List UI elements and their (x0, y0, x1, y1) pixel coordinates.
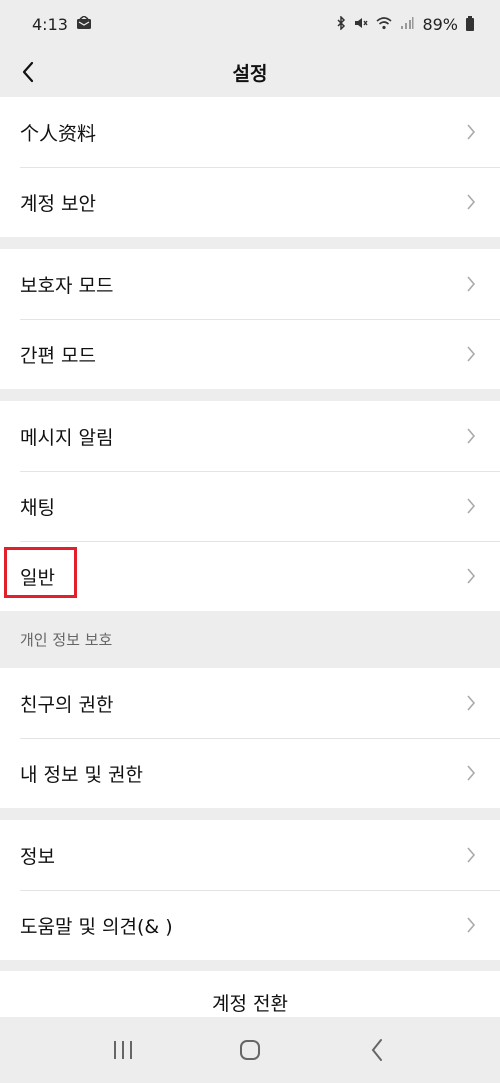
system-nav-bar (0, 1017, 500, 1083)
status-time: 4:13 (32, 14, 68, 34)
recent-apps-icon (114, 1041, 133, 1059)
settings-item-label: 메시지 알림 (20, 426, 114, 449)
settings-item-about[interactable]: 정보 (0, 820, 500, 890)
settings-item-easy-mode[interactable]: 간편 모드 (0, 319, 500, 389)
chevron-right-icon (466, 192, 478, 212)
settings-group-info: 정보 도움말 및 의견(& ) (0, 820, 500, 960)
mute-icon (354, 16, 368, 33)
settings-item-friend-permissions[interactable]: 친구의 권한 (0, 668, 500, 738)
back-icon (371, 1039, 382, 1061)
settings-item-message-notifications[interactable]: 메시지 알림 (0, 401, 500, 471)
settings-item-label: 친구의 권한 (20, 693, 114, 716)
settings-item-label: 도움말 및 의견(& ) (20, 915, 173, 938)
settings-item-guardian-mode[interactable]: 보호자 모드 (0, 249, 500, 319)
settings-item-label: 간편 모드 (20, 344, 96, 367)
settings-item-label: 일반 (20, 566, 55, 589)
chevron-left-icon (22, 61, 34, 83)
settings-item-general[interactable]: 일반 (0, 541, 500, 611)
chevron-right-icon (466, 845, 478, 865)
settings-item-help-feedback[interactable]: 도움말 및 의견(& ) (0, 890, 500, 960)
section-header-privacy: 개인 정보 보호 (0, 611, 500, 668)
settings-item-chat[interactable]: 채팅 (0, 471, 500, 541)
status-right: 89% (336, 15, 474, 34)
signal-icon (400, 16, 414, 33)
chevron-right-icon (466, 274, 478, 294)
settings-group-modes: 보호자 모드 간편 모드 (0, 249, 500, 389)
page-title: 설정 (232, 62, 268, 85)
settings-item-account-security[interactable]: 계정 보안 (0, 167, 500, 237)
system-back-button[interactable] (352, 1030, 402, 1070)
section-divider (0, 808, 500, 819)
mail-notification-icon (76, 14, 92, 33)
section-divider (0, 237, 500, 248)
back-button[interactable] (12, 56, 44, 88)
settings-item-profile[interactable]: 个人资料 (0, 97, 500, 167)
section-divider (0, 389, 500, 400)
chevron-right-icon (466, 763, 478, 783)
settings-item-label: 내 정보 및 권한 (20, 763, 143, 786)
status-left: 4:13 (32, 15, 92, 34)
chevron-right-icon (466, 426, 478, 446)
settings-item-my-info-permissions[interactable]: 내 정보 및 권한 (0, 738, 500, 808)
bluetooth-icon (336, 14, 346, 33)
chevron-right-icon (466, 496, 478, 516)
home-button[interactable] (225, 1030, 275, 1070)
settings-item-label: 보호자 모드 (20, 274, 114, 297)
status-bar: 4:13 89% (0, 0, 500, 48)
chevron-right-icon (466, 566, 478, 586)
chevron-right-icon (466, 915, 478, 935)
settings-group-privacy: 친구의 권한 내 정보 및 권한 (0, 668, 500, 808)
settings-item-label: 个人资料 (20, 122, 97, 145)
settings-group-messaging: 메시지 알림 채팅 일반 (0, 401, 500, 611)
home-icon (239, 1040, 260, 1060)
header: 설정 (0, 48, 500, 96)
settings-group-account: 个人资料 계정 보안 (0, 97, 500, 237)
wifi-icon (376, 16, 392, 33)
settings-item-label: 채팅 (20, 496, 55, 519)
section-divider (0, 960, 500, 971)
settings-item-label: 정보 (20, 845, 55, 868)
settings-item-label: 계정 보안 (20, 192, 96, 215)
battery-level: 89% (422, 14, 458, 34)
chevron-right-icon (466, 693, 478, 713)
chevron-right-icon (466, 344, 478, 364)
recent-apps-button[interactable] (98, 1030, 148, 1070)
battery-icon (466, 15, 474, 31)
chevron-right-icon (466, 122, 478, 142)
